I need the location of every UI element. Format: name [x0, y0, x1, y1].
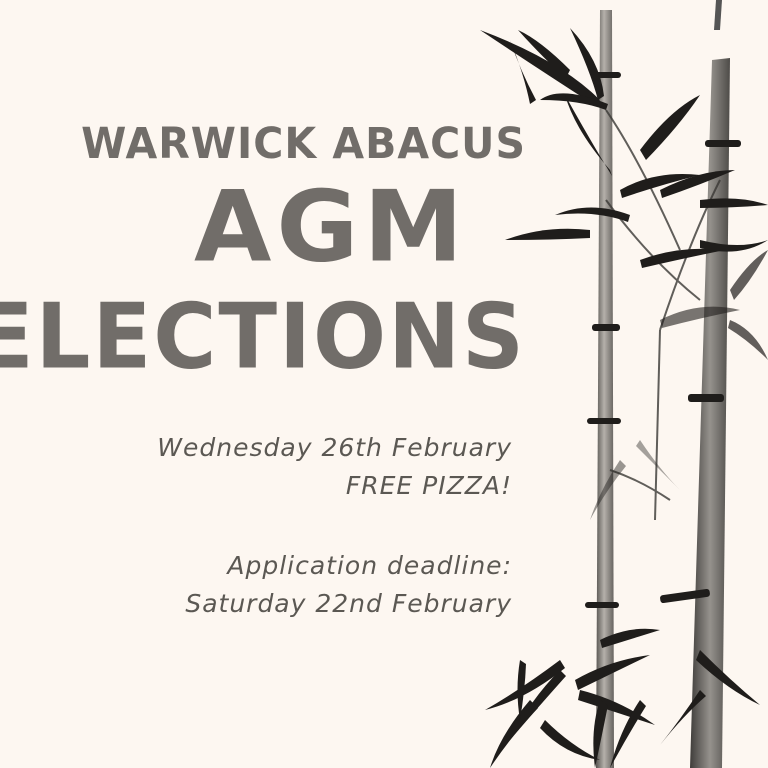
event-date: Wednesday 26th February — [157, 433, 512, 462]
deadline-date: Saturday 22nd February — [185, 589, 512, 618]
deadline-label: Application deadline: — [227, 551, 512, 580]
poster: WARWICK ABACUS AGM ELECTIONS Wednesday 2… — [0, 0, 768, 768]
headline-agm: AGM — [194, 169, 468, 284]
headline-elections: ELECTIONS — [0, 284, 526, 390]
free-pizza-note: FREE PIZZA! — [345, 471, 512, 500]
organisation-name: WARWICK ABACUS — [81, 118, 526, 169]
